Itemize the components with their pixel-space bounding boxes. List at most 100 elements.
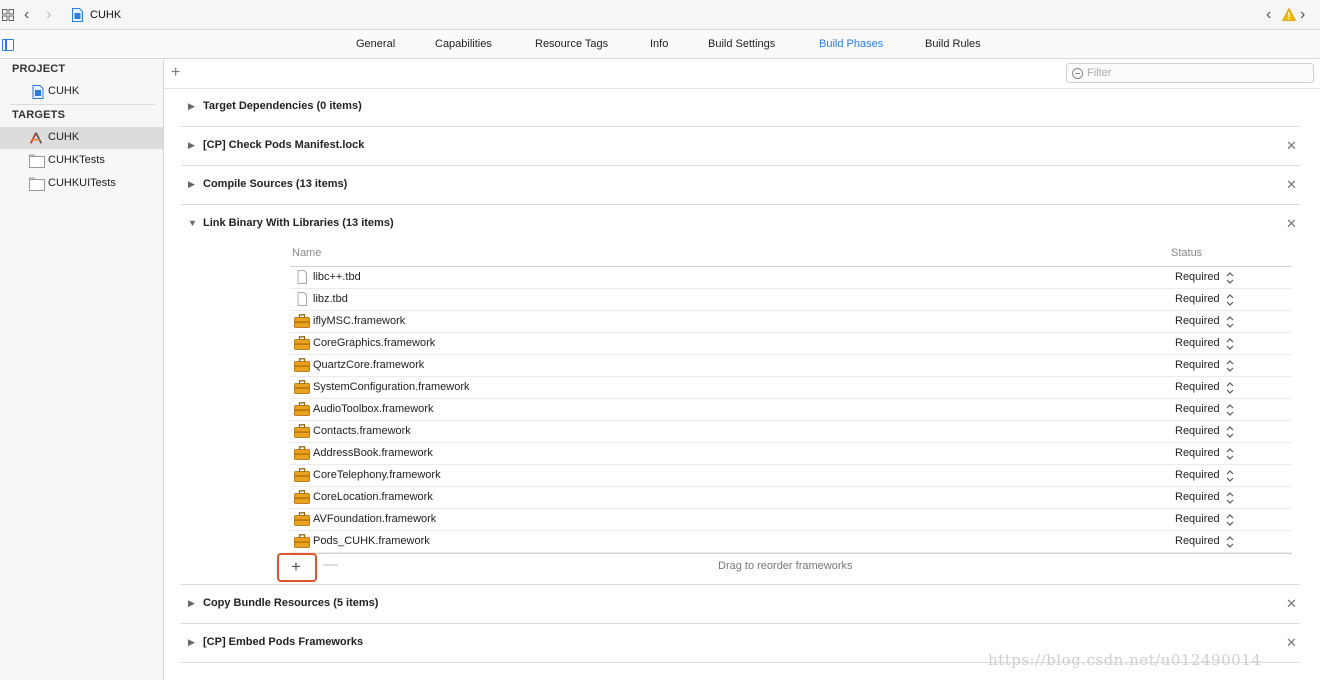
disclosure-triangle-icon[interactable]: ▶: [188, 637, 195, 648]
toolbox-icon: [294, 424, 310, 438]
divider: [290, 553, 1292, 554]
close-icon[interactable]: ✕: [1286, 216, 1297, 232]
disclosure-triangle-icon[interactable]: ▶: [188, 101, 195, 112]
tab-capabilities[interactable]: Capabilities: [435, 38, 492, 50]
remove-framework-button[interactable]: —: [323, 556, 338, 573]
previous-issue-icon[interactable]: ‹: [1266, 6, 1271, 24]
table-row[interactable]: QuartzCore.framework Required: [290, 355, 1292, 377]
sidebar-item-target-cuhkuitests[interactable]: CUHKUITests: [0, 173, 163, 195]
column-header-status[interactable]: Status: [1171, 247, 1202, 259]
status-popup[interactable]: Required: [1175, 271, 1220, 283]
status-popup[interactable]: Required: [1175, 403, 1220, 415]
chevron-updown-icon[interactable]: [1226, 403, 1234, 417]
sidebar-toggle-icon[interactable]: [2, 39, 14, 51]
toolbox-icon: [294, 534, 310, 548]
status-popup[interactable]: Required: [1175, 337, 1220, 349]
status-popup[interactable]: Required: [1175, 469, 1220, 481]
sidebar-item-label: CUHK: [48, 85, 80, 97]
disclosure-triangle-expanded-icon[interactable]: ▼: [188, 218, 197, 228]
close-icon[interactable]: ✕: [1286, 138, 1297, 154]
targets-header: TARGETS: [12, 109, 66, 121]
status-popup[interactable]: Required: [1175, 315, 1220, 327]
disclosure-triangle-icon[interactable]: ▶: [188, 598, 195, 609]
divider: [10, 104, 155, 105]
close-icon[interactable]: ✕: [1286, 635, 1297, 651]
disclosure-triangle-icon[interactable]: ▶: [188, 179, 195, 190]
folder-icon: [29, 154, 45, 168]
chevron-updown-icon[interactable]: [1226, 337, 1234, 351]
framework-name: SystemConfiguration.framework: [313, 381, 470, 393]
toolbox-icon: [294, 468, 310, 482]
table-row[interactable]: SystemConfiguration.framework Required: [290, 377, 1292, 399]
status-popup[interactable]: Required: [1175, 447, 1220, 459]
phase-title: Target Dependencies (0 items): [203, 100, 362, 112]
back-icon[interactable]: ‹: [24, 6, 29, 24]
tab-info[interactable]: Info: [650, 38, 668, 50]
tab-build-settings[interactable]: Build Settings: [708, 38, 775, 50]
chevron-updown-icon[interactable]: [1226, 447, 1234, 461]
chevron-updown-icon[interactable]: [1226, 513, 1234, 527]
close-icon[interactable]: ✕: [1286, 177, 1297, 193]
project-file-icon: [32, 85, 44, 99]
table-row[interactable]: Contacts.framework Required: [290, 421, 1292, 443]
table-row[interactable]: CoreTelephony.framework Required: [290, 465, 1292, 487]
table-row[interactable]: Pods_CUHK.framework Required: [290, 531, 1292, 553]
sidebar-item-target-cuhk[interactable]: CUHK: [0, 127, 163, 149]
toolbox-icon: [294, 380, 310, 394]
table-row[interactable]: CoreLocation.framework Required: [290, 487, 1292, 509]
table-row[interactable]: libz.tbd Required: [290, 289, 1292, 311]
chevron-updown-icon[interactable]: [1226, 315, 1234, 329]
navigation-bar: ‹ › CUHK ‹ ›: [0, 0, 1320, 30]
filter-field[interactable]: Filter: [1066, 63, 1314, 83]
table-row[interactable]: AudioToolbox.framework Required: [290, 399, 1292, 421]
framework-name: CoreGraphics.framework: [313, 337, 436, 349]
framework-name: AudioToolbox.framework: [313, 403, 434, 415]
sidebar-item-target-cuhktests[interactable]: CUHKTests: [0, 150, 163, 172]
next-issue-icon[interactable]: ›: [1300, 6, 1305, 24]
close-icon[interactable]: ✕: [1286, 596, 1297, 612]
framework-name: QuartzCore.framework: [313, 359, 425, 371]
phase-title: Compile Sources (13 items): [203, 178, 348, 190]
table-row[interactable]: AVFoundation.framework Required: [290, 509, 1292, 531]
table-row[interactable]: AddressBook.framework Required: [290, 443, 1292, 465]
chevron-updown-icon[interactable]: [1226, 293, 1234, 307]
status-popup[interactable]: Required: [1175, 425, 1220, 437]
status-popup[interactable]: Required: [1175, 293, 1220, 305]
status-popup[interactable]: Required: [1175, 359, 1220, 371]
breadcrumb[interactable]: CUHK: [90, 9, 121, 21]
table-row[interactable]: CoreGraphics.framework Required: [290, 333, 1292, 355]
chevron-updown-icon[interactable]: [1226, 271, 1234, 285]
status-popup[interactable]: Required: [1175, 491, 1220, 503]
status-popup[interactable]: Required: [1175, 381, 1220, 393]
file-icon: [297, 292, 307, 306]
tab-build-phases[interactable]: Build Phases: [819, 38, 883, 50]
table-row[interactable]: iflyMSC.framework Required: [290, 311, 1292, 333]
grid-icon[interactable]: [2, 9, 14, 21]
chevron-updown-icon[interactable]: [1226, 491, 1234, 505]
chevron-updown-icon[interactable]: [1226, 359, 1234, 373]
add-framework-button[interactable]: +: [277, 553, 317, 582]
sidebar-item-project[interactable]: CUHK: [0, 81, 163, 103]
chevron-updown-icon[interactable]: [1226, 535, 1234, 549]
forward-icon[interactable]: ›: [46, 6, 51, 24]
column-header-name[interactable]: Name: [292, 247, 321, 259]
warning-icon[interactable]: [1282, 8, 1296, 21]
chevron-updown-icon[interactable]: [1226, 381, 1234, 395]
phase-title: [CP] Embed Pods Frameworks: [203, 636, 364, 648]
status-popup[interactable]: Required: [1175, 513, 1220, 525]
tab-build-rules[interactable]: Build Rules: [925, 38, 981, 50]
filter-placeholder: Filter: [1087, 67, 1112, 79]
toolbox-icon: [294, 314, 310, 328]
tab-general[interactable]: General: [356, 38, 395, 50]
disclosure-triangle-icon[interactable]: ▶: [188, 140, 195, 151]
project-header: PROJECT: [12, 63, 66, 75]
tab-resource-tags[interactable]: Resource Tags: [535, 38, 608, 50]
chevron-updown-icon[interactable]: [1226, 425, 1234, 439]
chevron-updown-icon[interactable]: [1226, 469, 1234, 483]
toolbox-icon: [294, 336, 310, 350]
toolbox-icon: [294, 490, 310, 504]
phase-title: Link Binary With Libraries (13 items): [203, 217, 394, 229]
table-row[interactable]: libc++.tbd Required: [290, 267, 1292, 289]
add-build-phase-button[interactable]: +: [171, 64, 180, 82]
status-popup[interactable]: Required: [1175, 535, 1220, 547]
